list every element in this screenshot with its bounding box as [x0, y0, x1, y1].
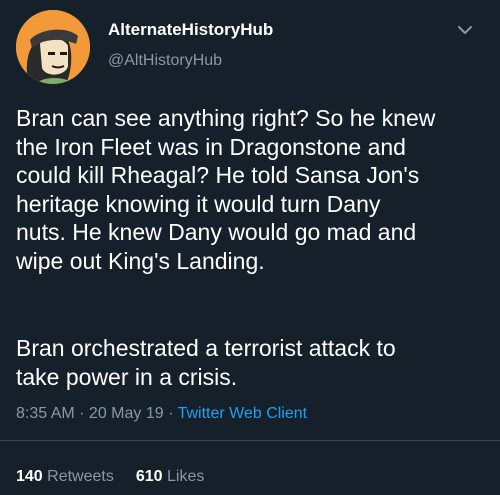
author-handle[interactable]: @AltHistoryHub	[108, 52, 222, 70]
tweet-text: Bran can see anything right? So he knew …	[16, 104, 488, 276]
tweet-client-link[interactable]: Twitter Web Client	[178, 405, 308, 422]
tweet-text-line: wipe out King's Landing.	[16, 247, 265, 274]
author-display-name[interactable]: AlternateHistoryHub	[108, 20, 273, 40]
retweets-stat[interactable]: 140 Retweets	[16, 468, 114, 485]
separator: ·	[74, 405, 89, 422]
divider	[0, 440, 500, 441]
tweet-text-line: take power in a crisis.	[16, 363, 238, 390]
tweet-text-line: nuts. He knew Dany would go mad and	[16, 219, 417, 246]
tweet-text-paragraph-2: Bran orchestrated a terrorist attack to …	[16, 334, 488, 391]
tweet-text-line: heritage knowing it would turn Dany	[16, 190, 381, 217]
tweet-text-line: Bran can see anything right? So he knew	[16, 105, 436, 131]
tweet-meta: 8:35 AM · 20 May 19 · Twitter Web Client	[16, 405, 307, 423]
tweet-text-line: could kill Rheagal? He told Sansa Jon's	[16, 162, 420, 189]
tweet-card: AlternateHistoryHub @AltHistoryHub Bran …	[0, 0, 500, 495]
tweet-date[interactable]: 20 May 19	[89, 405, 164, 422]
chevron-down-icon[interactable]	[456, 24, 474, 36]
retweets-label: Retweets	[47, 468, 114, 485]
likes-label: Likes	[167, 468, 205, 485]
avatar[interactable]	[16, 10, 90, 84]
retweets-count: 140	[16, 468, 43, 485]
tweet-stats: 140 Retweets 610 Likes	[16, 468, 226, 486]
separator: ·	[163, 405, 178, 422]
cartoon-character-icon	[16, 10, 90, 84]
likes-stat[interactable]: 610 Likes	[136, 468, 205, 485]
tweet-text-line: the Iron Fleet was in Dragonstone and	[16, 133, 406, 160]
tweet-time[interactable]: 8:35 AM	[16, 405, 75, 422]
tweet-text-line: Bran orchestrated a terrorist attack to	[16, 335, 396, 361]
likes-count: 610	[135, 468, 163, 485]
